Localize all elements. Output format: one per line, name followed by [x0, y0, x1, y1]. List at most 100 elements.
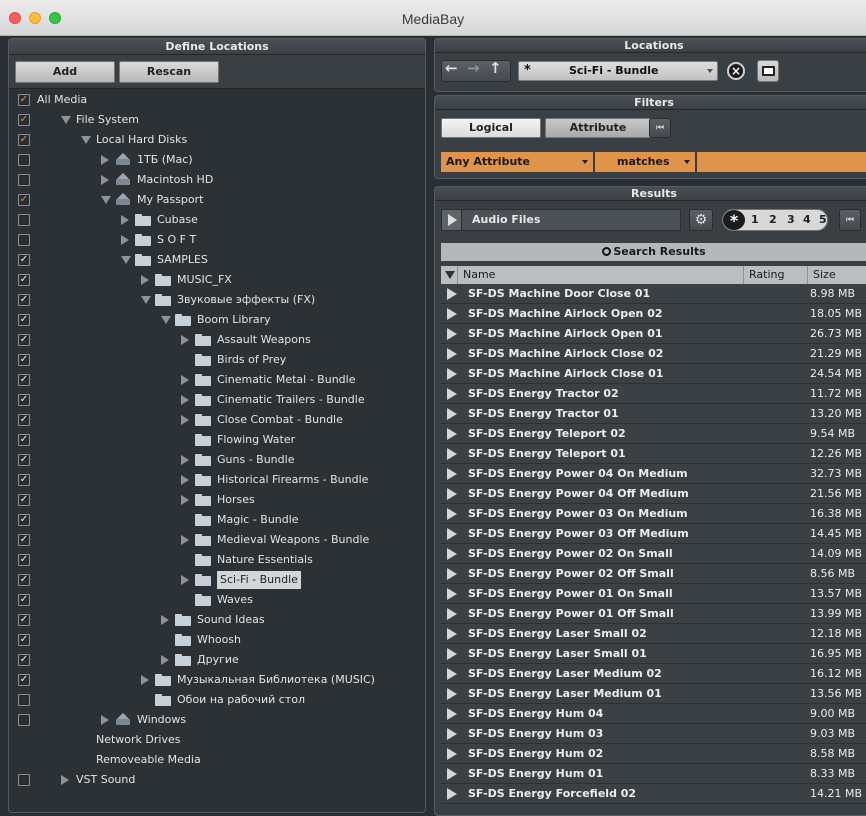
tree-item[interactable]: ✓ Sound Ideas	[9, 610, 425, 630]
rescan-button[interactable]: Rescan	[119, 61, 219, 83]
collapsed-arrow-icon[interactable]	[181, 415, 189, 425]
result-row[interactable]: SF-DS Machine Airlock Close 01 24.54 MB	[441, 364, 866, 384]
tree-checkbox[interactable]: ✓	[18, 494, 30, 506]
tree-checkbox[interactable]: ✓	[18, 674, 30, 686]
result-row[interactable]: SF-DS Energy Laser Small 01 16.95 MB	[441, 644, 866, 664]
result-row[interactable]: SF-DS Energy Tractor 01 13.20 MB	[441, 404, 866, 424]
collapsed-arrow-icon[interactable]	[161, 655, 169, 665]
rating-filter[interactable]: * 1 2 3 4 5	[722, 209, 828, 231]
play-icon[interactable]	[447, 488, 457, 500]
expanded-arrow-icon[interactable]	[81, 136, 91, 144]
tree-item[interactable]: ✓ Birds of Prey	[9, 350, 425, 370]
tree-item[interactable]: ✓ File System	[9, 110, 425, 130]
result-row[interactable]: SF-DS Energy Hum 01 8.33 MB	[441, 764, 866, 784]
collapsed-arrow-icon[interactable]	[181, 495, 189, 505]
collapsed-arrow-icon[interactable]	[181, 335, 189, 345]
expanded-arrow-icon[interactable]	[61, 116, 71, 124]
tree-checkbox[interactable]: ✓	[18, 294, 30, 306]
reset-results-icon[interactable]: ⏮	[839, 209, 861, 231]
rating-4[interactable]: 4	[803, 213, 811, 226]
play-icon[interactable]	[447, 548, 457, 560]
gear-icon[interactable]: ⚙	[689, 209, 713, 231]
tree-item[interactable]: 1TБ (Mac)	[9, 150, 425, 170]
tree-item[interactable]: ✓ Guns - Bundle	[9, 450, 425, 470]
tree-item[interactable]: ✓ SAMPLES	[9, 250, 425, 270]
play-icon[interactable]	[447, 508, 457, 520]
result-row[interactable]: SF-DS Energy Hum 04 9.00 MB	[441, 704, 866, 724]
tree-item[interactable]: ✓ Nature Essentials	[9, 550, 425, 570]
play-icon[interactable]	[447, 668, 457, 680]
play-icon[interactable]	[447, 728, 457, 740]
play-icon[interactable]	[447, 348, 457, 360]
tree-item[interactable]: ✓ Magic - Bundle	[9, 510, 425, 530]
tree-checkbox[interactable]	[18, 714, 30, 726]
result-row[interactable]: SF-DS Machine Door Close 01 8.98 MB	[441, 284, 866, 304]
collapsed-arrow-icon[interactable]	[101, 175, 109, 185]
forward-arrow-icon[interactable]: →	[467, 59, 480, 77]
collapsed-arrow-icon[interactable]	[101, 155, 109, 165]
attribute-select[interactable]: Any Attribute	[441, 152, 593, 172]
play-icon[interactable]	[447, 388, 457, 400]
tree-checkbox[interactable]: ✓	[18, 314, 30, 326]
tree-item[interactable]: ✓ Flowing Water	[9, 430, 425, 450]
result-row[interactable]: SF-DS Machine Airlock Open 01 26.73 MB	[441, 324, 866, 344]
collapsed-arrow-icon[interactable]	[181, 535, 189, 545]
result-row[interactable]: SF-DS Energy Teleport 02 9.54 MB	[441, 424, 866, 444]
tree-item[interactable]: Cubase	[9, 210, 425, 230]
result-row[interactable]: SF-DS Energy Power 02 Off Small 8.56 MB	[441, 564, 866, 584]
add-button[interactable]: Add	[15, 61, 115, 83]
tree-checkbox[interactable]: ✓	[18, 254, 30, 266]
play-icon[interactable]	[447, 528, 457, 540]
tree-item[interactable]: ✓ Medieval Weapons - Bundle	[9, 530, 425, 550]
play-icon[interactable]	[447, 588, 457, 600]
result-row[interactable]: SF-DS Energy Power 01 On Small 13.57 MB	[441, 584, 866, 604]
play-icon[interactable]	[447, 408, 457, 420]
play-icon[interactable]	[447, 648, 457, 660]
reset-filters-icon[interactable]: ⏮	[649, 118, 671, 138]
collapsed-arrow-icon[interactable]	[121, 235, 129, 245]
tree-item[interactable]: ✓ MUSIC_FX	[9, 270, 425, 290]
collapsed-arrow-icon[interactable]	[181, 455, 189, 465]
tree-item[interactable]: ✓ Assault Weapons	[9, 330, 425, 350]
tree-checkbox[interactable]: ✓	[18, 654, 30, 666]
result-row[interactable]: SF-DS Energy Power 02 On Small 14.09 MB	[441, 544, 866, 564]
tree-item[interactable]: ✓ Local Hard Disks	[9, 130, 425, 150]
tree-item[interactable]: ✓ Другие	[9, 650, 425, 670]
result-row[interactable]: SF-DS Energy Power 04 On Medium 32.73 MB	[441, 464, 866, 484]
tree-item[interactable]: ✓ Waves	[9, 590, 425, 610]
tree-checkbox[interactable]: ✓	[18, 454, 30, 466]
play-icon[interactable]	[447, 428, 457, 440]
tree-checkbox[interactable]	[18, 154, 30, 166]
tree-item[interactable]: ✓ Boom Library	[9, 310, 425, 330]
folder-browser-icon[interactable]	[757, 60, 779, 82]
tree-checkbox[interactable]: ✓	[18, 114, 30, 126]
remove-location-icon[interactable]: ×	[727, 62, 745, 80]
result-row[interactable]: SF-DS Energy Teleport 01 12.26 MB	[441, 444, 866, 464]
rating-any-icon[interactable]: *	[723, 210, 745, 230]
tree-item[interactable]: S O F T	[9, 230, 425, 250]
tree-checkbox[interactable]	[18, 234, 30, 246]
collapsed-arrow-icon[interactable]	[141, 675, 149, 685]
collapsed-arrow-icon[interactable]	[101, 715, 109, 725]
tree-item[interactable]: Macintosh HD	[9, 170, 425, 190]
play-icon[interactable]	[447, 368, 457, 380]
collapsed-arrow-icon[interactable]	[181, 395, 189, 405]
tree-checkbox[interactable]: ✓	[18, 574, 30, 586]
rating-5[interactable]: 5	[819, 213, 827, 226]
play-icon[interactable]	[447, 468, 457, 480]
play-icon[interactable]	[447, 748, 457, 760]
play-icon[interactable]	[447, 788, 457, 800]
back-arrow-icon[interactable]: ←	[445, 59, 458, 77]
result-row[interactable]: SF-DS Machine Airlock Close 02 21.29 MB	[441, 344, 866, 364]
play-icon[interactable]	[447, 288, 457, 300]
play-icon[interactable]	[447, 688, 457, 700]
tree-checkbox[interactable]: ✓	[18, 194, 30, 206]
result-row[interactable]: SF-DS Machine Airlock Open 02 18.05 MB	[441, 304, 866, 324]
tree-checkbox[interactable]: ✓	[18, 634, 30, 646]
tree-item[interactable]: Removeable Media	[9, 750, 425, 770]
tree-item[interactable]: ✓ My Passport	[9, 190, 425, 210]
tree-checkbox[interactable]: ✓	[18, 374, 30, 386]
result-row[interactable]: SF-DS Energy Forcefield 02 14.21 MB	[441, 784, 866, 804]
result-row[interactable]: SF-DS Energy Power 04 Off Medium 21.56 MB	[441, 484, 866, 504]
tree-checkbox[interactable]: ✓	[18, 394, 30, 406]
